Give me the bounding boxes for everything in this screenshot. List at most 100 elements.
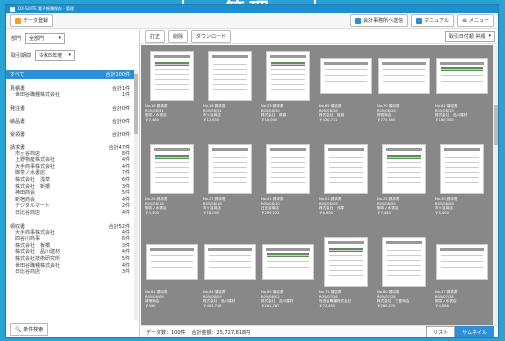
tree-group: 領収書 合計52件 大手商事株式会社 4件 四谷川商事 6件 株式会社 板橋 3件 株式会社 品…	[6, 217, 134, 276]
leaf-name: 世田谷職種株式会社	[15, 92, 61, 98]
document-thumbnail[interactable]: No.82 領収書 R05/08/19 株式会社 品川建材 ￥180,000	[433, 47, 491, 139]
leaf-name: 株式会社 品川建材	[15, 249, 61, 256]
group-name: 領収書	[10, 223, 26, 230]
document-thumbnail[interactable]: No.41 請求書 R05/08/10 日比谷商店 ￥299,222	[259, 140, 317, 232]
sort-value: 取引日付順 昇順	[448, 34, 486, 40]
leaf-count: 4件	[121, 249, 130, 256]
view-toggle: リスト サムネイル	[426, 326, 494, 337]
document-thumbnail[interactable]: No.37 請求書 R05/07/28 御茶ノ水書店 ￥4,686	[433, 233, 491, 325]
dept-filter-row: 部門 全部門 ▾	[6, 30, 139, 47]
document-meta: No.27 請求書 R05/08/18 市ヶ谷商店 ￥18,000	[203, 197, 257, 215]
group-name: 発注書	[10, 105, 26, 112]
tree-group: 見積書 合計1件 世田谷職種株式会社 1件	[6, 79, 134, 99]
group-count: 合計52件	[108, 223, 130, 230]
tree-leaf-item[interactable]: 日比谷商店 3件	[10, 269, 130, 276]
doc-amount: ￥12,650	[203, 117, 220, 122]
dept-label: 部門	[11, 36, 22, 42]
document-thumbnail[interactable]: No.75 領収書 R05/07/28 世田谷職種株式会社 ￥72,655	[317, 233, 375, 325]
document-thumbnail[interactable]: No.51 請求書 R05/08/09 株式会社 浅草 ￥6,600	[317, 140, 375, 232]
tree-leaf-item[interactable]: 株式会社技術研究所 5件	[10, 256, 130, 263]
document-thumbnail[interactable]: No.80 領収書 R05/07/28 株式会社 三菱商会 ￥280,070	[375, 233, 433, 325]
tree-group-header[interactable]: 発注書 合計0件	[10, 105, 130, 112]
document-meta: No.37 請求書 R05/07/28 御茶ノ水書店 ￥4,686	[435, 290, 489, 308]
tree-group: 発注書 合計0件	[6, 99, 134, 112]
manual-button[interactable]: マニュアル	[411, 14, 454, 27]
action-toolbar: 訂正 削除 ダウンロード 取引日付順 昇順 ▾	[141, 30, 498, 44]
register-data-label: データ登録	[23, 18, 49, 24]
tree-leaf-item[interactable]: 株式会社 品川建材 4件	[10, 249, 130, 256]
document-thumbnail[interactable]: No.30 請求書 R05/08/08 市ヶ谷商店 ￥5,000	[433, 140, 491, 232]
doc-amount: ￥161,787	[261, 303, 280, 308]
document-thumbnail[interactable]: No.25 請求書 R05/08/09 御茶ノ水書店 ￥7,480	[375, 140, 433, 232]
period-select[interactable]: 令和5年度 ▾	[35, 50, 76, 61]
document-preview	[436, 244, 488, 280]
dept-select[interactable]: 全部門 ▾	[25, 33, 66, 44]
document-thumbnail[interactable]: No.60 領収書 R05/08/02 株式会社 品川建材 ￥161,787	[259, 233, 317, 325]
doc-amount: ￥3,300	[145, 210, 159, 215]
tree-group-header[interactable]: 請求書 合計47件	[10, 144, 130, 151]
tree-leaf-item[interactable]: 四谷川商事 6件	[10, 236, 130, 243]
leaf-name: 神田商会	[15, 190, 36, 197]
document-thumbnail[interactable]: No.64 領収書 R05/08/09 株式会社 品川建材 ￥405,718	[201, 233, 259, 325]
tree-leaf-item[interactable]: デジタルマート 2件	[10, 203, 130, 210]
leaf-count: 5件	[121, 255, 130, 262]
document-thumbnail[interactable]: No.69 領収書 R05/08/28 株式会社 板橋 ￥430,711	[317, 47, 375, 139]
hamburger-icon: ≡	[461, 17, 467, 24]
doc-amount: ￥7,480	[145, 117, 159, 122]
tree-all-count: 合計100件	[105, 72, 130, 78]
document-preview	[262, 244, 314, 280]
title-bar: DX-SUITE 電子帳簿保存 - 管理	[6, 5, 498, 13]
tree-leaf-item[interactable]: 株式会社 浅草 6件	[10, 177, 130, 184]
tree-leaf-item[interactable]: 御茶ノ水書店 7件	[10, 170, 130, 177]
group-count: 合計0件	[111, 131, 130, 138]
group-name: 受領書	[10, 131, 26, 138]
manual-label: マニュアル	[424, 18, 449, 24]
document-preview	[382, 144, 426, 194]
group-name: 納品書	[10, 118, 26, 125]
document-thumbnail[interactable]: No.61 領収書 R05/08/09 新宿商会 ￥330	[143, 233, 201, 325]
tree-item-all[interactable]: すべて 合計100件	[6, 70, 134, 79]
doc-amount: ￥775,500	[377, 117, 396, 122]
tree-leaf-item[interactable]: 世田谷職種株式会社 1件	[10, 92, 130, 99]
tree-group-header[interactable]: 見積書 合計1件	[10, 85, 130, 92]
delete-button[interactable]: 削除	[168, 30, 189, 43]
tree-group-header[interactable]: 領収書 合計52件	[10, 223, 130, 230]
document-meta: No.18 請求書 R05/08/31 市ヶ谷商店 ￥12,650	[203, 104, 257, 122]
correct-button[interactable]: 訂正	[145, 30, 166, 43]
doc-amount: ￥4,686	[435, 303, 449, 308]
document-thumbnail[interactable]: No.53 請求書 R05/08/30 株式会社 新橋 ￥18,000	[259, 47, 317, 139]
document-thumbnail[interactable]: No.20 請求書 R05/08/18 御茶ノ水書店 ￥3,300	[143, 140, 201, 232]
sort-select[interactable]: 取引日付順 昇順 ▾	[444, 31, 495, 42]
grid-scrollbar[interactable]	[493, 45, 498, 325]
leaf-count: 7件	[121, 170, 130, 177]
download-button[interactable]: ダウンロード	[191, 30, 232, 43]
group-name: 見積書	[10, 86, 26, 92]
send-accounting-button[interactable]: 会計事務所へ送信	[350, 14, 409, 27]
document-thumbnail[interactable]: No.18 請求書 R05/08/31 市ヶ谷商店 ￥12,650	[201, 47, 259, 139]
tree-leaf-item[interactable]: 上野物産株式会社 4件	[10, 157, 130, 164]
document-meta: No.70 領収書 R05/08/28 神田商会 ￥775,500	[377, 104, 431, 122]
document-preview	[324, 237, 368, 287]
doc-amount: ￥405,718	[203, 303, 222, 308]
doc-amount: ￥6,600	[319, 210, 333, 215]
window-title: DX-SUITE 電子帳簿保存 - 管理	[18, 6, 74, 11]
thumbnail-view-button[interactable]: サムネイル	[455, 326, 494, 337]
document-meta: No.82 領収書 R05/08/19 株式会社 品川建材 ￥180,000	[435, 104, 489, 122]
document-thumbnail[interactable]: No.16 請求書 R05/08/31 御茶ノ水書店 ￥7,480	[143, 47, 201, 139]
list-view-button[interactable]: リスト	[426, 326, 456, 337]
tree-group-header[interactable]: 納品書 合計0件	[10, 118, 130, 125]
document-thumbnail[interactable]: No.70 領収書 R05/08/28 神田商会 ￥775,500	[375, 47, 433, 139]
thumbnail-grid: No.16 請求書 R05/08/31 御茶ノ水書店 ￥7,480 No.18 …	[141, 45, 493, 325]
tree-leaf-item[interactable]: 日比谷商店 4件	[10, 210, 130, 217]
document-thumbnail[interactable]: No.27 請求書 R05/08/18 市ヶ谷商店 ￥18,000	[201, 140, 259, 232]
menu-button[interactable]: ≡ メニュー	[456, 14, 494, 27]
tree-group-header[interactable]: 受領書 合計0件	[10, 131, 130, 138]
sidebar-scrollbar[interactable]	[134, 70, 138, 320]
document-preview	[208, 51, 252, 101]
condition-search-button[interactable]: 🔍 条件検索	[10, 323, 49, 336]
folder-icon	[15, 17, 21, 24]
document-preview	[436, 58, 488, 94]
doc-amount: ￥330	[145, 303, 156, 308]
tree-leaf-item[interactable]: 神田商会 5件	[10, 190, 130, 197]
register-data-button[interactable]: データ登録	[10, 14, 54, 27]
